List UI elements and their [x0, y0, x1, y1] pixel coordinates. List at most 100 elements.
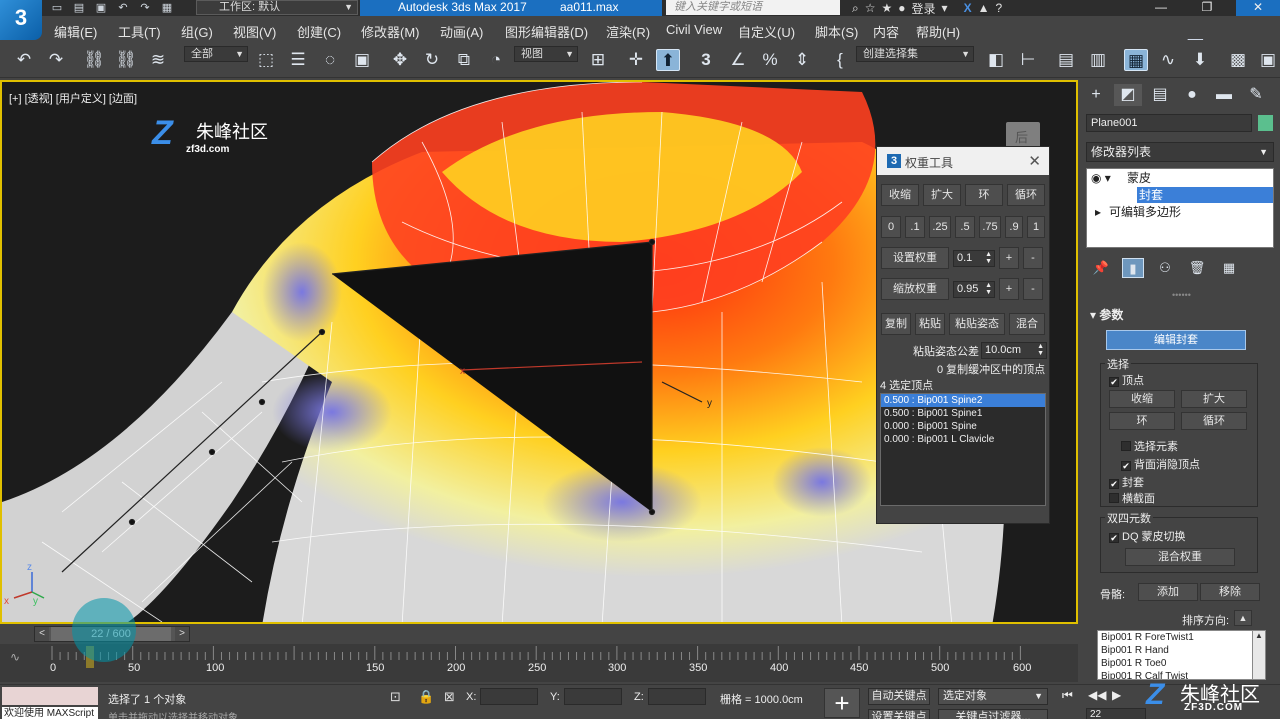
- menu-tools[interactable]: 工具(T): [118, 22, 161, 41]
- copy-button[interactable]: 复制: [881, 313, 911, 335]
- isolate-selection-icon[interactable]: ⊡: [390, 689, 401, 705]
- select-object-icon[interactable]: ⬚: [254, 49, 278, 71]
- bind-spacewarp-icon[interactable]: ≋: [146, 49, 170, 71]
- select-by-name-icon[interactable]: ☰: [286, 49, 310, 71]
- params-rollout-title[interactable]: ▾ 参数: [1090, 306, 1262, 323]
- select-grow-button[interactable]: 扩大: [1181, 390, 1247, 408]
- track-bar[interactable]: ∿ 0 50 100 150 200 250 300 350 400 450 5…: [0, 644, 1078, 682]
- cart-icon[interactable]: ▲: [978, 1, 990, 15]
- weight-preset-05[interactable]: .5: [955, 216, 975, 238]
- weight-preset-09[interactable]: .9: [1005, 216, 1023, 238]
- vertex-weight-list[interactable]: 0.500 : Bip001 Spine2 0.500 : Bip001 Spi…: [880, 393, 1046, 506]
- weight-increase-button[interactable]: +: [999, 247, 1019, 269]
- exchange-icon[interactable]: X: [964, 1, 972, 15]
- favorites-icon[interactable]: ☆: [865, 1, 876, 15]
- weight-preset-0[interactable]: 0: [881, 216, 901, 238]
- z-coord-field[interactable]: [648, 688, 706, 705]
- percent-snap-icon[interactable]: %: [758, 49, 782, 71]
- key-filters-button[interactable]: 关键点过滤器...: [938, 709, 1048, 719]
- stack-item-skin[interactable]: 蒙皮: [1127, 170, 1151, 186]
- workspace-dropdown[interactable]: 工作区: 默认 ▼: [196, 0, 358, 15]
- spinner-arrows-icon[interactable]: ▲ ▼: [1037, 343, 1044, 357]
- menu-rendering[interactable]: 渲染(R): [606, 22, 650, 41]
- menu-customize[interactable]: 自定义(U): [738, 22, 795, 41]
- expand-arrow-icon[interactable]: ▸: [1095, 204, 1101, 220]
- link-icon[interactable]: ⛓: [82, 49, 106, 71]
- absolute-mode-icon[interactable]: ⊠: [444, 689, 455, 705]
- menu-scripting[interactable]: 脚本(S): [815, 22, 858, 41]
- layer-explorer-icon[interactable]: ▥: [1086, 49, 1110, 71]
- cross-sections-checkbox[interactable]: 横截面: [1109, 490, 1155, 506]
- list-item[interactable]: 0.000 : Bip001 Spine: [881, 420, 1045, 433]
- pin-stack-icon[interactable]: 📌: [1090, 258, 1112, 278]
- motion-tab-icon[interactable]: ●: [1178, 84, 1206, 106]
- select-ring-button[interactable]: 环: [1109, 412, 1175, 430]
- weight-preset-025[interactable]: .25: [929, 216, 951, 238]
- scale-icon[interactable]: ⧉: [452, 49, 476, 71]
- scene-explorer-icon[interactable]: ▤: [1054, 49, 1078, 71]
- modify-tab-icon[interactable]: ◩: [1114, 84, 1142, 106]
- minimize-button[interactable]: —: [1144, 0, 1178, 16]
- select-loop-button[interactable]: 循环: [1181, 412, 1247, 430]
- loop-button[interactable]: 循环: [1007, 184, 1045, 206]
- x-coord-field[interactable]: [480, 688, 538, 705]
- object-color-swatch[interactable]: [1258, 115, 1273, 131]
- reference-coordinate-dropdown[interactable]: 视图 ▼: [514, 46, 578, 62]
- keyboard-shortcut-override-icon[interactable]: ⬆: [656, 49, 680, 71]
- place-icon[interactable]: ◔: [484, 49, 508, 71]
- weight-preset-1[interactable]: 1: [1027, 216, 1045, 238]
- move-icon[interactable]: ✥: [388, 49, 412, 71]
- spinner-arrows-icon[interactable]: ▲ ▼: [985, 251, 992, 265]
- menu-civil-view[interactable]: Civil View: [666, 22, 722, 37]
- paste-tolerance-spinner[interactable]: 10.0cm ▲ ▼: [981, 342, 1047, 359]
- make-unique-icon[interactable]: ⚇: [1154, 258, 1176, 278]
- lock-selection-icon[interactable]: 🔒: [418, 689, 434, 705]
- add-bone-button[interactable]: 添加: [1138, 583, 1198, 601]
- list-item[interactable]: 0.500 : Bip001 Spine2: [881, 394, 1045, 407]
- go-to-start-icon[interactable]: ⏮: [1062, 688, 1073, 703]
- curve-editor-mini-icon[interactable]: ∿: [10, 650, 20, 664]
- scale-increase-button[interactable]: +: [999, 278, 1019, 300]
- hierarchy-tab-icon[interactable]: ▤: [1146, 84, 1174, 106]
- set-weight-spinner[interactable]: 0.1 ▲ ▼: [953, 250, 995, 267]
- vertices-checkbox[interactable]: ✔ 顶点: [1109, 372, 1144, 388]
- ring-button[interactable]: 环: [965, 184, 1003, 206]
- backface-cull-checkbox[interactable]: ✔ 背面消隐顶点: [1121, 456, 1200, 472]
- auto-key-button[interactable]: 自动关键点: [868, 688, 930, 705]
- stack-item-envelope[interactable]: 封套: [1137, 187, 1273, 203]
- viewport-label[interactable]: [+] [透视] [用户定义] [边面]: [9, 90, 137, 106]
- blend-weights-button[interactable]: 混合权重: [1125, 548, 1235, 566]
- pivot-center-icon[interactable]: ⊞: [586, 49, 610, 71]
- menu-graph-editors[interactable]: 图形编辑器(D): [505, 22, 588, 41]
- envelopes-checkbox[interactable]: ✔ 封套: [1109, 474, 1144, 490]
- open-file-icon[interactable]: ▤: [70, 1, 88, 15]
- binoculars-icon[interactable]: ⌕: [852, 1, 859, 16]
- shrink-button[interactable]: 收缩: [881, 184, 919, 206]
- material-editor-icon[interactable]: ▩: [1226, 49, 1250, 71]
- dq-toggle-checkbox[interactable]: ✔ DQ 蒙皮切换: [1109, 528, 1186, 544]
- close-icon[interactable]: ✕: [1028, 152, 1041, 170]
- list-item[interactable]: 0.500 : Bip001 Spine1: [881, 407, 1045, 420]
- named-selection-dropdown[interactable]: 创建选择集 ▼: [856, 46, 974, 62]
- edit-envelopes-button[interactable]: 编辑封套: [1106, 330, 1246, 350]
- weight-decrease-button[interactable]: -: [1023, 247, 1043, 269]
- create-tab-icon[interactable]: +: [1082, 84, 1110, 106]
- maxscript-listener[interactable]: 欢迎使用 MAXScript: [2, 687, 100, 719]
- angle-snap-icon[interactable]: ∠: [726, 49, 750, 71]
- search-input[interactable]: 键入关键字或短语: [666, 0, 840, 15]
- weight-tool-header[interactable]: 3 权重工具 ✕: [877, 147, 1049, 175]
- eye-icon[interactable]: ◉ ▾: [1091, 170, 1111, 186]
- scale-weight-spinner[interactable]: 0.95 ▲ ▼: [953, 281, 995, 298]
- list-item[interactable]: Bip001 R Hand: [1098, 644, 1252, 657]
- redo-icon[interactable]: ↷: [136, 1, 154, 15]
- redo-icon[interactable]: ↷: [44, 49, 68, 71]
- remove-modifier-icon[interactable]: 🗑: [1186, 258, 1208, 278]
- add-key-button[interactable]: +: [824, 688, 860, 718]
- chevron-down-icon[interactable]: ▾: [942, 1, 948, 15]
- align-icon[interactable]: ⊢: [1016, 49, 1040, 71]
- rotate-icon[interactable]: ↻: [420, 49, 444, 71]
- menu-edit[interactable]: 编辑(E): [54, 22, 97, 41]
- star-icon[interactable]: ★: [882, 1, 893, 15]
- undo-icon[interactable]: ↶: [12, 49, 36, 71]
- menu-views[interactable]: 视图(V): [233, 22, 276, 41]
